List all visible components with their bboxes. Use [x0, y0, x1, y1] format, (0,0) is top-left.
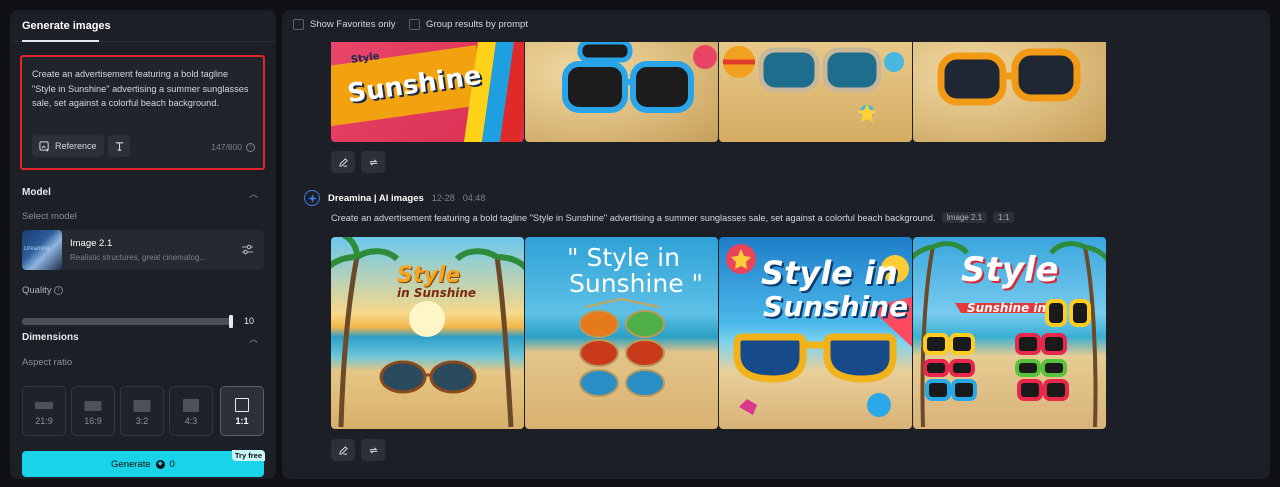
- left-panel: Generate images Create an advertisement …: [10, 10, 276, 479]
- result-image[interactable]: Style Sunshine: [331, 42, 524, 142]
- model-description: Realistic structures, great cinematog...: [70, 253, 207, 262]
- edit-button[interactable]: [331, 151, 355, 173]
- ratio-4-3[interactable]: 4:3: [169, 386, 213, 436]
- prompt-text[interactable]: Create an advertisement featuring a bold…: [32, 67, 254, 111]
- image-text: in Sunshine: [397, 286, 477, 300]
- chevron-up-icon[interactable]: ︿: [249, 187, 258, 200]
- ratio-3-2[interactable]: 3:2: [120, 386, 164, 436]
- edit-pencil-icon: [338, 445, 348, 455]
- model-name: Image 2.1: [70, 238, 113, 249]
- group-filter[interactable]: Group results by prompt: [409, 19, 528, 30]
- result-image[interactable]: " Style in Sunshine ": [525, 237, 718, 429]
- ratio-4-3-icon: [183, 399, 199, 412]
- result-image[interactable]: Style in Sunshine: [719, 237, 912, 429]
- ratio-label: 3:2: [135, 416, 149, 426]
- quality-info-icon[interactable]: i: [54, 285, 64, 295]
- ratio-16-9[interactable]: 16:9: [71, 386, 115, 436]
- text-style-button[interactable]: [108, 135, 130, 157]
- favorites-filter[interactable]: Show Favorites only: [293, 19, 396, 30]
- image-text: Sunshine: [763, 290, 909, 323]
- image-text: Style: [397, 263, 461, 288]
- model-selector[interactable]: Dreamina Image 2.1 Realistic structures,…: [22, 230, 264, 270]
- regenerate-button[interactable]: [361, 151, 385, 173]
- group-checkbox[interactable]: [409, 19, 420, 30]
- image-text: Sunshine in: [967, 301, 1047, 315]
- try-free-badge: Try free: [231, 450, 265, 461]
- ratio-label: 4:3: [184, 416, 198, 426]
- edit-button[interactable]: [331, 439, 355, 461]
- generate-button[interactable]: Generate ◆ 0 Try free: [22, 450, 265, 477]
- ratio-3-2-icon: [133, 400, 151, 412]
- image-text: Style: [961, 250, 1059, 290]
- aspect-ratio-label: Aspect ratio: [22, 357, 73, 368]
- favorites-label: Show Favorites only: [310, 19, 396, 30]
- result-image[interactable]: Style Sunshine in: [913, 237, 1106, 429]
- regenerate-icon: [369, 446, 377, 454]
- image-reference-icon: [39, 140, 49, 152]
- quality-value: 10: [244, 316, 255, 326]
- model-tag: Image 2.1: [941, 212, 988, 223]
- model-thumb-text: Dreamina: [24, 246, 51, 252]
- sunglasses-art: [723, 46, 904, 122]
- dimensions-section-title: Dimensions: [22, 332, 79, 343]
- char-count-value: 147/800: [211, 142, 242, 152]
- favorites-checkbox[interactable]: [293, 19, 304, 30]
- generation-prompt-text[interactable]: Create an advertisement featuring a bold…: [331, 213, 936, 223]
- text-icon: [115, 141, 123, 151]
- info-icon[interactable]: i: [246, 142, 255, 152]
- image-text: " Style in: [567, 243, 680, 272]
- tab-generate-images[interactable]: Generate images: [22, 20, 111, 32]
- generate-label: Generate: [111, 458, 151, 470]
- select-model-label: Select model: [22, 211, 77, 222]
- sunglasses-art: [562, 42, 717, 113]
- char-count: 147/800 i: [211, 142, 255, 152]
- result-image[interactable]: [525, 42, 718, 142]
- ratio-1-1[interactable]: 1:1: [220, 386, 264, 436]
- ratio-21-9-icon: [35, 402, 53, 409]
- results-panel: Show Favorites only Group results by pro…: [282, 10, 1270, 479]
- generation-time: 04:48: [462, 193, 486, 203]
- generation-prompt: Create an advertisement featuring a bold…: [331, 212, 1015, 223]
- ratio-16-9-icon: [84, 401, 102, 411]
- ratio-label: 1:1: [235, 416, 249, 426]
- model-thumbnail: Dreamina: [22, 230, 62, 270]
- prompt-textarea[interactable]: Create an advertisement featuring a bold…: [20, 55, 265, 170]
- ratio-1-1-icon: [235, 398, 249, 412]
- result-image[interactable]: [719, 42, 912, 142]
- result-image[interactable]: Style in Sunshine: [331, 237, 524, 429]
- ratio-tag: 1:1: [993, 212, 1015, 223]
- left-tabs: Generate images: [10, 10, 276, 42]
- image-text: Sunshine ": [569, 269, 704, 298]
- reference-button[interactable]: Reference: [32, 135, 104, 157]
- ratio-label: 21:9: [35, 416, 53, 426]
- generation-header: Dreamina | AI images 12-28 04:48: [304, 190, 485, 206]
- group-label: Group results by prompt: [426, 19, 528, 30]
- generation-date: 12-28: [431, 193, 455, 203]
- quality-slider-handle[interactable]: [229, 315, 233, 328]
- chevron-up-icon[interactable]: ︿: [249, 332, 258, 345]
- ratio-label: 16:9: [84, 416, 102, 426]
- image-text: Style in: [761, 254, 898, 292]
- generation-author: Dreamina | AI images: [328, 192, 424, 204]
- sunglasses-art: [937, 48, 1081, 106]
- reference-label: Reference: [55, 141, 97, 151]
- active-tab-underline: [22, 40, 99, 42]
- quality-label-text: Quality: [22, 285, 52, 296]
- ratio-21-9[interactable]: 21:9: [22, 386, 66, 436]
- quality-label: Quality i: [22, 285, 64, 296]
- dreamina-logo-icon: [304, 190, 320, 206]
- settings-sliders-icon[interactable]: [241, 243, 254, 256]
- regenerate-icon: [369, 158, 377, 166]
- model-section-title: Model: [22, 187, 51, 198]
- regenerate-button[interactable]: [361, 439, 385, 461]
- generate-cost: 0: [169, 458, 175, 470]
- quality-slider-track[interactable]: [22, 318, 232, 325]
- credit-coin-icon: ◆: [155, 459, 165, 469]
- result-image[interactable]: [913, 42, 1106, 142]
- edit-pencil-icon: [338, 157, 348, 167]
